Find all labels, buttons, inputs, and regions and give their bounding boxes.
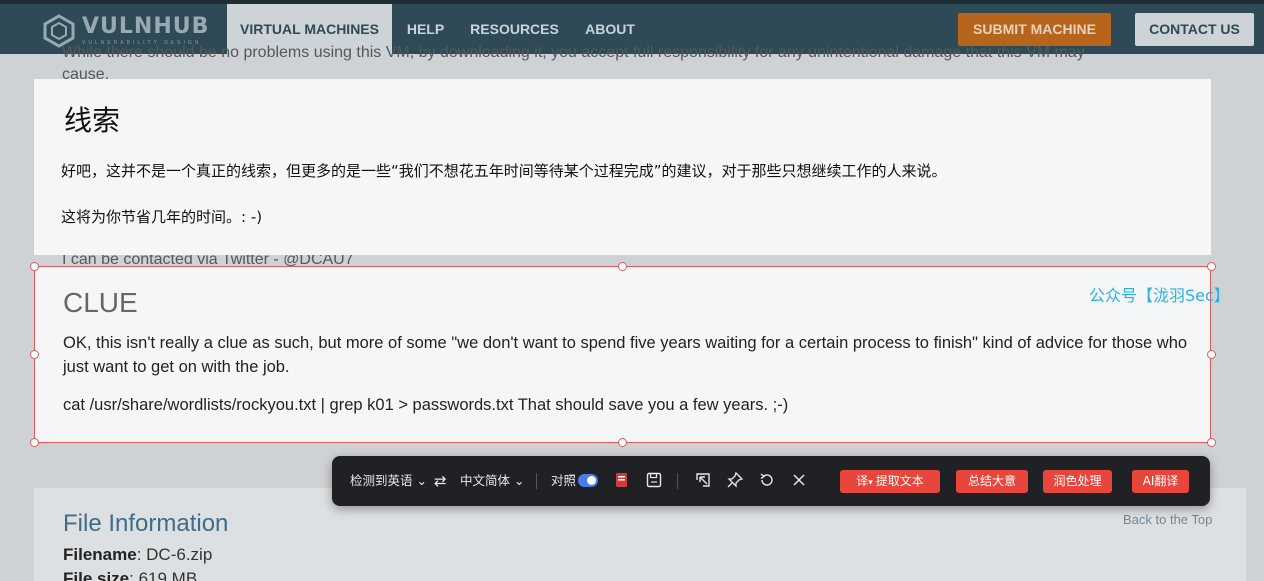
back-to-top-link[interactable]: Back to the Top (1123, 512, 1212, 527)
compare-label: 对照 (551, 473, 577, 488)
reset-icon[interactable] (757, 470, 777, 490)
filesize-row: File size: 619 MB (63, 569, 197, 581)
filename-value: : DC-6.zip (136, 545, 213, 564)
translated-paragraph-2: 这将为你节省几年的时间。: -) (61, 208, 263, 226)
polish-button[interactable]: 润色处理 (1043, 470, 1112, 493)
logo-wordmark: VULNHUB (82, 14, 210, 39)
pdf-icon[interactable] (612, 470, 632, 490)
translate-badge-icon: 译 (856, 474, 869, 488)
contact-us-button[interactable]: CONTACT US (1135, 13, 1254, 46)
toolbar-divider (536, 473, 537, 489)
summarize-button[interactable]: 总结大意 (956, 470, 1028, 493)
translated-title: 线索 (64, 104, 121, 137)
pin-icon[interactable] (725, 470, 745, 490)
resize-handle-bottom-left[interactable] (30, 438, 39, 447)
compare-toggle[interactable] (578, 474, 598, 487)
source-language-select[interactable]: 检测到英语 ⌄ (350, 456, 427, 506)
source-language-label: 检测到英语 (350, 473, 413, 488)
close-icon[interactable] (789, 470, 809, 490)
chevron-down-icon: ▾ (868, 478, 876, 488)
translation-toolbar: 检测到英语 ⌄ ⇄ 中文简体 ⌄ 对照 译▾ 提取文本 总结大意 润色处理 AI… (332, 456, 1210, 506)
target-language-label: 中文简体 (460, 473, 511, 488)
resize-handle-top[interactable] (618, 262, 627, 271)
chevron-down-icon: ⌄ (510, 473, 525, 488)
target-language-select[interactable]: 中文简体 ⌄ (460, 456, 524, 506)
resize-handle-bottom[interactable] (618, 438, 627, 447)
toolbar-divider (677, 473, 678, 489)
resize-handle-top-left[interactable] (30, 262, 39, 271)
screenshot-selection-box[interactable]: CLUE OK, this isn't really a clue as suc… (34, 266, 1211, 443)
clue-paragraph-2: cat /usr/share/wordlists/rockyou.txt | g… (63, 396, 789, 414)
resize-handle-right[interactable] (1207, 350, 1216, 359)
clue-paragraph-1: OK, this isn't really a clue as such, bu… (63, 334, 1188, 376)
filesize-label: File size (63, 569, 130, 581)
extract-text-button[interactable]: 译▾ 提取文本 (840, 470, 940, 493)
chevron-down-icon: ⌄ (412, 473, 427, 488)
filename-label: Filename (63, 545, 137, 564)
disclaimer-text: While there should be no problems using … (62, 44, 1085, 61)
swap-languages-icon[interactable]: ⇄ (434, 456, 447, 506)
filesize-value: : 619 MB (129, 569, 198, 581)
extract-text-label: 提取文本 (875, 474, 924, 488)
clue-heading: CLUE (63, 287, 138, 318)
filename-row: Filename: DC-6.zip (63, 545, 212, 565)
watermark-text: 公众号【泷羽Sec】 (1089, 286, 1230, 305)
save-icon[interactable] (644, 470, 664, 490)
resize-handle-left[interactable] (30, 350, 39, 359)
ai-translate-button[interactable]: AI翻译 (1132, 470, 1189, 493)
translation-panel: 线索 好吧，这并不是一个真正的线索，但更多的是一些“我们不想花五年时间等待某个过… (34, 79, 1211, 255)
resize-handle-top-right[interactable] (1207, 262, 1216, 271)
select-area-icon[interactable] (693, 470, 713, 490)
translated-paragraph-1: 好吧，这并不是一个真正的线索，但更多的是一些“我们不想花五年时间等待某个过程完成… (61, 162, 947, 180)
file-information-heading: File Information (63, 510, 229, 537)
resize-handle-bottom-right[interactable] (1207, 438, 1216, 447)
